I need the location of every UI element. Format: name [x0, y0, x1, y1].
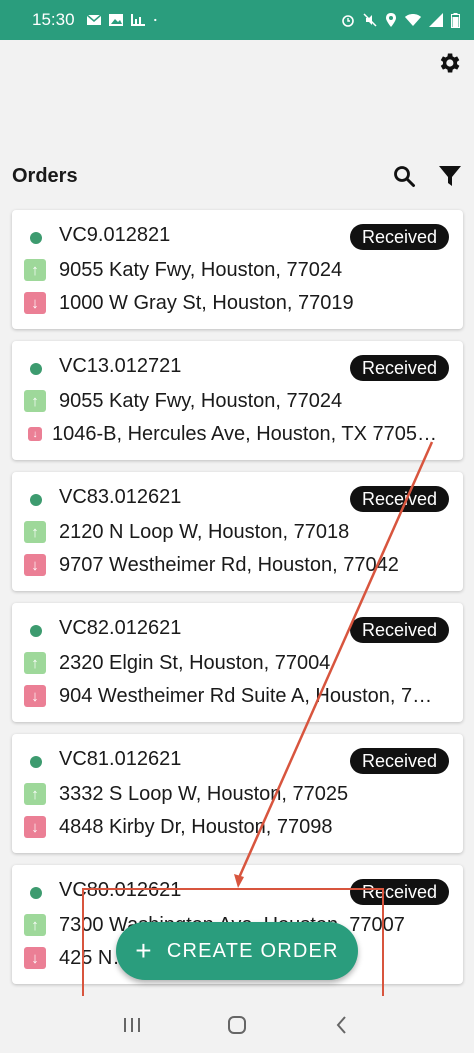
search-icon[interactable] [392, 164, 416, 188]
create-order-button[interactable]: + CREATE ORDER [116, 922, 358, 980]
status-dot [30, 756, 42, 768]
arrow-down-icon: ↓ [24, 685, 46, 707]
mute-icon [363, 13, 377, 27]
pickup-row: ↑ 9055 Katy Fwy, Houston, 77024 [24, 257, 342, 283]
order-list: VC9.012821 Received ↑ 9055 Katy Fwy, Hou… [12, 210, 463, 996]
pickup-address: 2320 Elgin St, Houston, 77004 [59, 651, 331, 674]
arrow-up-icon: ↑ [24, 914, 46, 936]
status-dot [30, 625, 42, 637]
arrow-down-icon: ↓ [24, 947, 46, 969]
system-status-icons [341, 0, 460, 40]
chart-icon [130, 14, 145, 26]
status-badge: Received [349, 355, 449, 381]
order-id: VC9.012821 [59, 224, 171, 246]
order-card[interactable]: VC83.012621 Received ↑ 2120 N Loop W, Ho… [12, 472, 463, 591]
arrow-up-icon: ↑ [24, 783, 46, 805]
orders-header: Orders [12, 160, 462, 192]
pickup-row: ↑ 9055 Katy Fwy, Houston, 77024 [24, 388, 342, 414]
status-bar: 15:30 [0, 0, 474, 40]
order-id: VC80.012621 [59, 879, 182, 901]
back-icon[interactable] [330, 1013, 354, 1037]
pickup-row: ↑ 3332 S Loop W, Houston, 77025 [24, 781, 348, 807]
system-nav-bar [0, 996, 474, 1053]
dropoff-row: ↓ 1046-B, Hercules Ave, Houston, TX 7705… [24, 421, 437, 447]
plus-icon: + [135, 935, 153, 966]
pickup-address: 9055 Katy Fwy, Houston, 77024 [59, 258, 343, 281]
dropoff-address: 4848 Kirby Dr, Houston, 77098 [59, 815, 333, 838]
location-icon [386, 13, 396, 27]
status-dot [30, 494, 42, 506]
wifi-icon [405, 14, 421, 26]
recent-apps-icon[interactable] [120, 1013, 144, 1037]
create-order-label: CREATE ORDER [166, 939, 339, 962]
dropoff-address: 904 Westheimer Rd Suite A, Houston, 7… [59, 684, 433, 707]
status-badge: Received [349, 486, 449, 512]
arrow-down-icon: ↓ [24, 292, 46, 314]
order-id: VC83.012621 [59, 486, 182, 508]
arrow-up-icon: ↑ [24, 390, 46, 412]
alarm-icon [342, 15, 354, 27]
signal-icon [429, 13, 443, 27]
pickup-row: ↑ 2120 N Loop W, Houston, 77018 [24, 519, 349, 545]
pickup-address: 3332 S Loop W, Houston, 77025 [59, 782, 349, 805]
dropoff-address: 1046-B, Hercules Ave, Houston, TX 7705… [52, 422, 438, 445]
order-id: VC81.012621 [59, 748, 182, 770]
mail-icon [86, 14, 101, 25]
dropoff-row: ↓ 1000 W Gray St, Houston, 77019 [24, 290, 354, 316]
dropoff-row: ↓ 4848 Kirby Dr, Houston, 77098 [24, 814, 333, 840]
dropoff-row: ↓ 9707 Westheimer Rd, Houston, 77042 [24, 552, 399, 578]
status-badge: Received [349, 879, 449, 905]
status-badge: Received [349, 224, 449, 250]
status-time: 15:30 [32, 10, 75, 29]
arrow-down-icon: ↓ [24, 554, 46, 576]
battery-icon [451, 12, 460, 28]
gear-icon[interactable] [436, 50, 462, 76]
dropoff-address: 9707 Westheimer Rd, Houston, 77042 [59, 553, 399, 576]
arrow-up-icon: ↑ [24, 652, 46, 674]
page-title: Orders [12, 164, 78, 187]
order-id: VC82.012621 [59, 617, 182, 639]
order-card[interactable]: VC13.012721 Received ↑ 9055 Katy Fwy, Ho… [12, 341, 463, 460]
pickup-address: 2120 N Loop W, Houston, 77018 [59, 520, 350, 543]
order-card[interactable]: VC81.012621 Received ↑ 3332 S Loop W, Ho… [12, 734, 463, 853]
pickup-row: ↑ 2320 Elgin St, Houston, 77004 [24, 650, 330, 676]
status-dot [30, 887, 42, 899]
notification-icons [86, 14, 161, 26]
status-dot [30, 363, 42, 375]
dropoff-address: 1000 W Gray St, Houston, 77019 [59, 291, 354, 314]
pickup-address: 9055 Katy Fwy, Houston, 77024 [59, 389, 343, 412]
order-id: VC13.012721 [59, 355, 182, 377]
order-card[interactable]: VC9.012821 Received ↑ 9055 Katy Fwy, Hou… [12, 210, 463, 329]
order-card[interactable]: VC82.012621 Received ↑ 2320 Elgin St, Ho… [12, 603, 463, 722]
arrow-down-icon: ↓ [24, 816, 46, 838]
image-icon [108, 14, 123, 26]
status-badge: Received [349, 748, 449, 774]
arrow-down-icon: ↓ [28, 427, 42, 441]
arrow-up-icon: ↑ [24, 521, 46, 543]
dropoff-row: ↓ 904 Westheimer Rd Suite A, Houston, 7… [24, 683, 432, 709]
status-badge: Received [349, 617, 449, 643]
arrow-up-icon: ↑ [24, 259, 46, 281]
status-dot [30, 232, 42, 244]
dot-icon [153, 18, 156, 22]
home-icon[interactable] [225, 1013, 249, 1037]
filter-icon[interactable] [438, 164, 462, 188]
